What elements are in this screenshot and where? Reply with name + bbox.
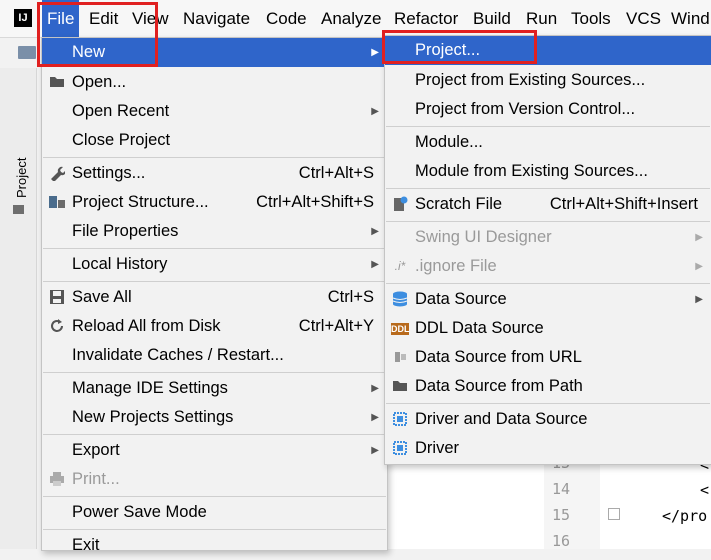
folder-icon xyxy=(48,74,66,91)
project-tool-stripe: Project xyxy=(0,68,37,549)
submenu-item-ddl-data-source[interactable]: DDL DDL Data Source xyxy=(385,314,711,343)
menu-item-exit[interactable]: Exit xyxy=(42,531,387,560)
folder-icon xyxy=(391,378,409,395)
menu-separator xyxy=(386,283,710,284)
project-structure-icon xyxy=(48,194,66,211)
database-icon xyxy=(391,291,409,308)
menu-item-file-properties[interactable]: File Properties▶ xyxy=(42,217,387,246)
menu-analyze[interactable]: Analyze xyxy=(316,0,386,37)
menu-code[interactable]: Code xyxy=(261,0,312,37)
menu-item-project-structure[interactable]: Project Structure...Ctrl+Alt+Shift+S xyxy=(42,188,387,217)
menu-separator xyxy=(386,126,710,127)
file-menu: New▶ Open... Open Recent▶ Close Project … xyxy=(41,37,388,551)
fold-marker-icon[interactable] xyxy=(608,508,620,520)
project-tab-icon xyxy=(13,205,24,214)
url-datasource-icon xyxy=(391,349,409,366)
menu-item-open[interactable]: Open... xyxy=(42,68,387,97)
menu-separator xyxy=(43,157,386,158)
menu-window[interactable]: Wind xyxy=(666,0,711,37)
submenu-item-project-vcs[interactable]: Project from Version Control... xyxy=(385,95,711,124)
submenu-item-module[interactable]: Module... xyxy=(385,128,711,157)
submenu-item-ignore-file[interactable]: .i* .ignore File▶ xyxy=(385,252,711,281)
menu-item-close-project[interactable]: Close Project xyxy=(42,126,387,155)
menu-separator xyxy=(386,221,710,222)
code-text: < xyxy=(700,481,709,499)
code-text: </pro xyxy=(662,507,707,525)
submenu-item-scratch-file[interactable]: Scratch FileCtrl+Alt+Shift+Insert xyxy=(385,190,711,219)
save-icon xyxy=(48,289,66,306)
menu-item-new-projects-settings[interactable]: New Projects Settings▶ xyxy=(42,403,387,432)
folder-icon xyxy=(18,46,36,59)
annotation-box-file-new xyxy=(37,2,158,67)
reload-icon xyxy=(48,318,66,335)
menu-navigate[interactable]: Navigate xyxy=(178,0,255,37)
menu-tools[interactable]: Tools xyxy=(566,0,616,37)
menu-item-reload-all[interactable]: Reload All from DiskCtrl+Alt+Y xyxy=(42,312,387,341)
submenu-item-swing-ui-designer[interactable]: Swing UI Designer▶ xyxy=(385,223,711,252)
menu-separator xyxy=(43,372,386,373)
line-number: 16 xyxy=(552,532,570,550)
submenu-item-data-source-path[interactable]: Data Source from Path xyxy=(385,372,711,401)
submenu-item-driver-and-data-source[interactable]: Driver and Data Source xyxy=(385,405,711,434)
project-tab-label[interactable]: Project xyxy=(14,158,29,198)
intellij-logo-icon: IJ xyxy=(14,9,32,27)
menu-item-local-history[interactable]: Local History▶ xyxy=(42,250,387,279)
submenu-item-data-source-url[interactable]: Data Source from URL xyxy=(385,343,711,372)
submenu-item-driver[interactable]: Driver xyxy=(385,434,711,463)
annotation-box-project xyxy=(382,30,537,64)
new-submenu: Project... Project from Existing Sources… xyxy=(384,35,711,465)
submenu-item-module-existing-sources[interactable]: Module from Existing Sources... xyxy=(385,157,711,186)
ddl-icon: DDL xyxy=(391,323,409,335)
menu-item-export[interactable]: Export▶ xyxy=(42,436,387,465)
driver-icon xyxy=(391,440,409,457)
menu-item-invalidate-caches[interactable]: Invalidate Caches / Restart... xyxy=(42,341,387,370)
menu-vcs[interactable]: VCS xyxy=(621,0,666,37)
menu-separator xyxy=(386,403,710,404)
menu-separator xyxy=(43,496,386,497)
menu-item-open-recent[interactable]: Open Recent▶ xyxy=(42,97,387,126)
menu-separator xyxy=(43,434,386,435)
menu-separator xyxy=(386,188,710,189)
menu-separator xyxy=(43,529,386,530)
menu-item-settings[interactable]: Settings...Ctrl+Alt+S xyxy=(42,159,387,188)
toolbar-stub xyxy=(0,38,42,68)
menu-item-power-save[interactable]: Power Save Mode xyxy=(42,498,387,527)
submenu-item-project-existing-sources[interactable]: Project from Existing Sources... xyxy=(385,66,711,95)
scratch-file-icon xyxy=(391,196,409,213)
submenu-item-data-source[interactable]: Data Source▶ xyxy=(385,285,711,314)
line-number: 14 xyxy=(552,480,570,498)
menu-separator xyxy=(43,281,386,282)
menu-item-manage-ide-settings[interactable]: Manage IDE Settings▶ xyxy=(42,374,387,403)
line-number: 15 xyxy=(552,506,570,524)
print-icon xyxy=(48,471,66,488)
menu-separator xyxy=(43,248,386,249)
driver-icon xyxy=(391,411,409,428)
menu-item-print[interactable]: Print... xyxy=(42,465,387,494)
ignore-file-icon: .i* xyxy=(391,258,409,275)
wrench-icon xyxy=(48,165,66,182)
menu-item-save-all[interactable]: Save AllCtrl+S xyxy=(42,283,387,312)
